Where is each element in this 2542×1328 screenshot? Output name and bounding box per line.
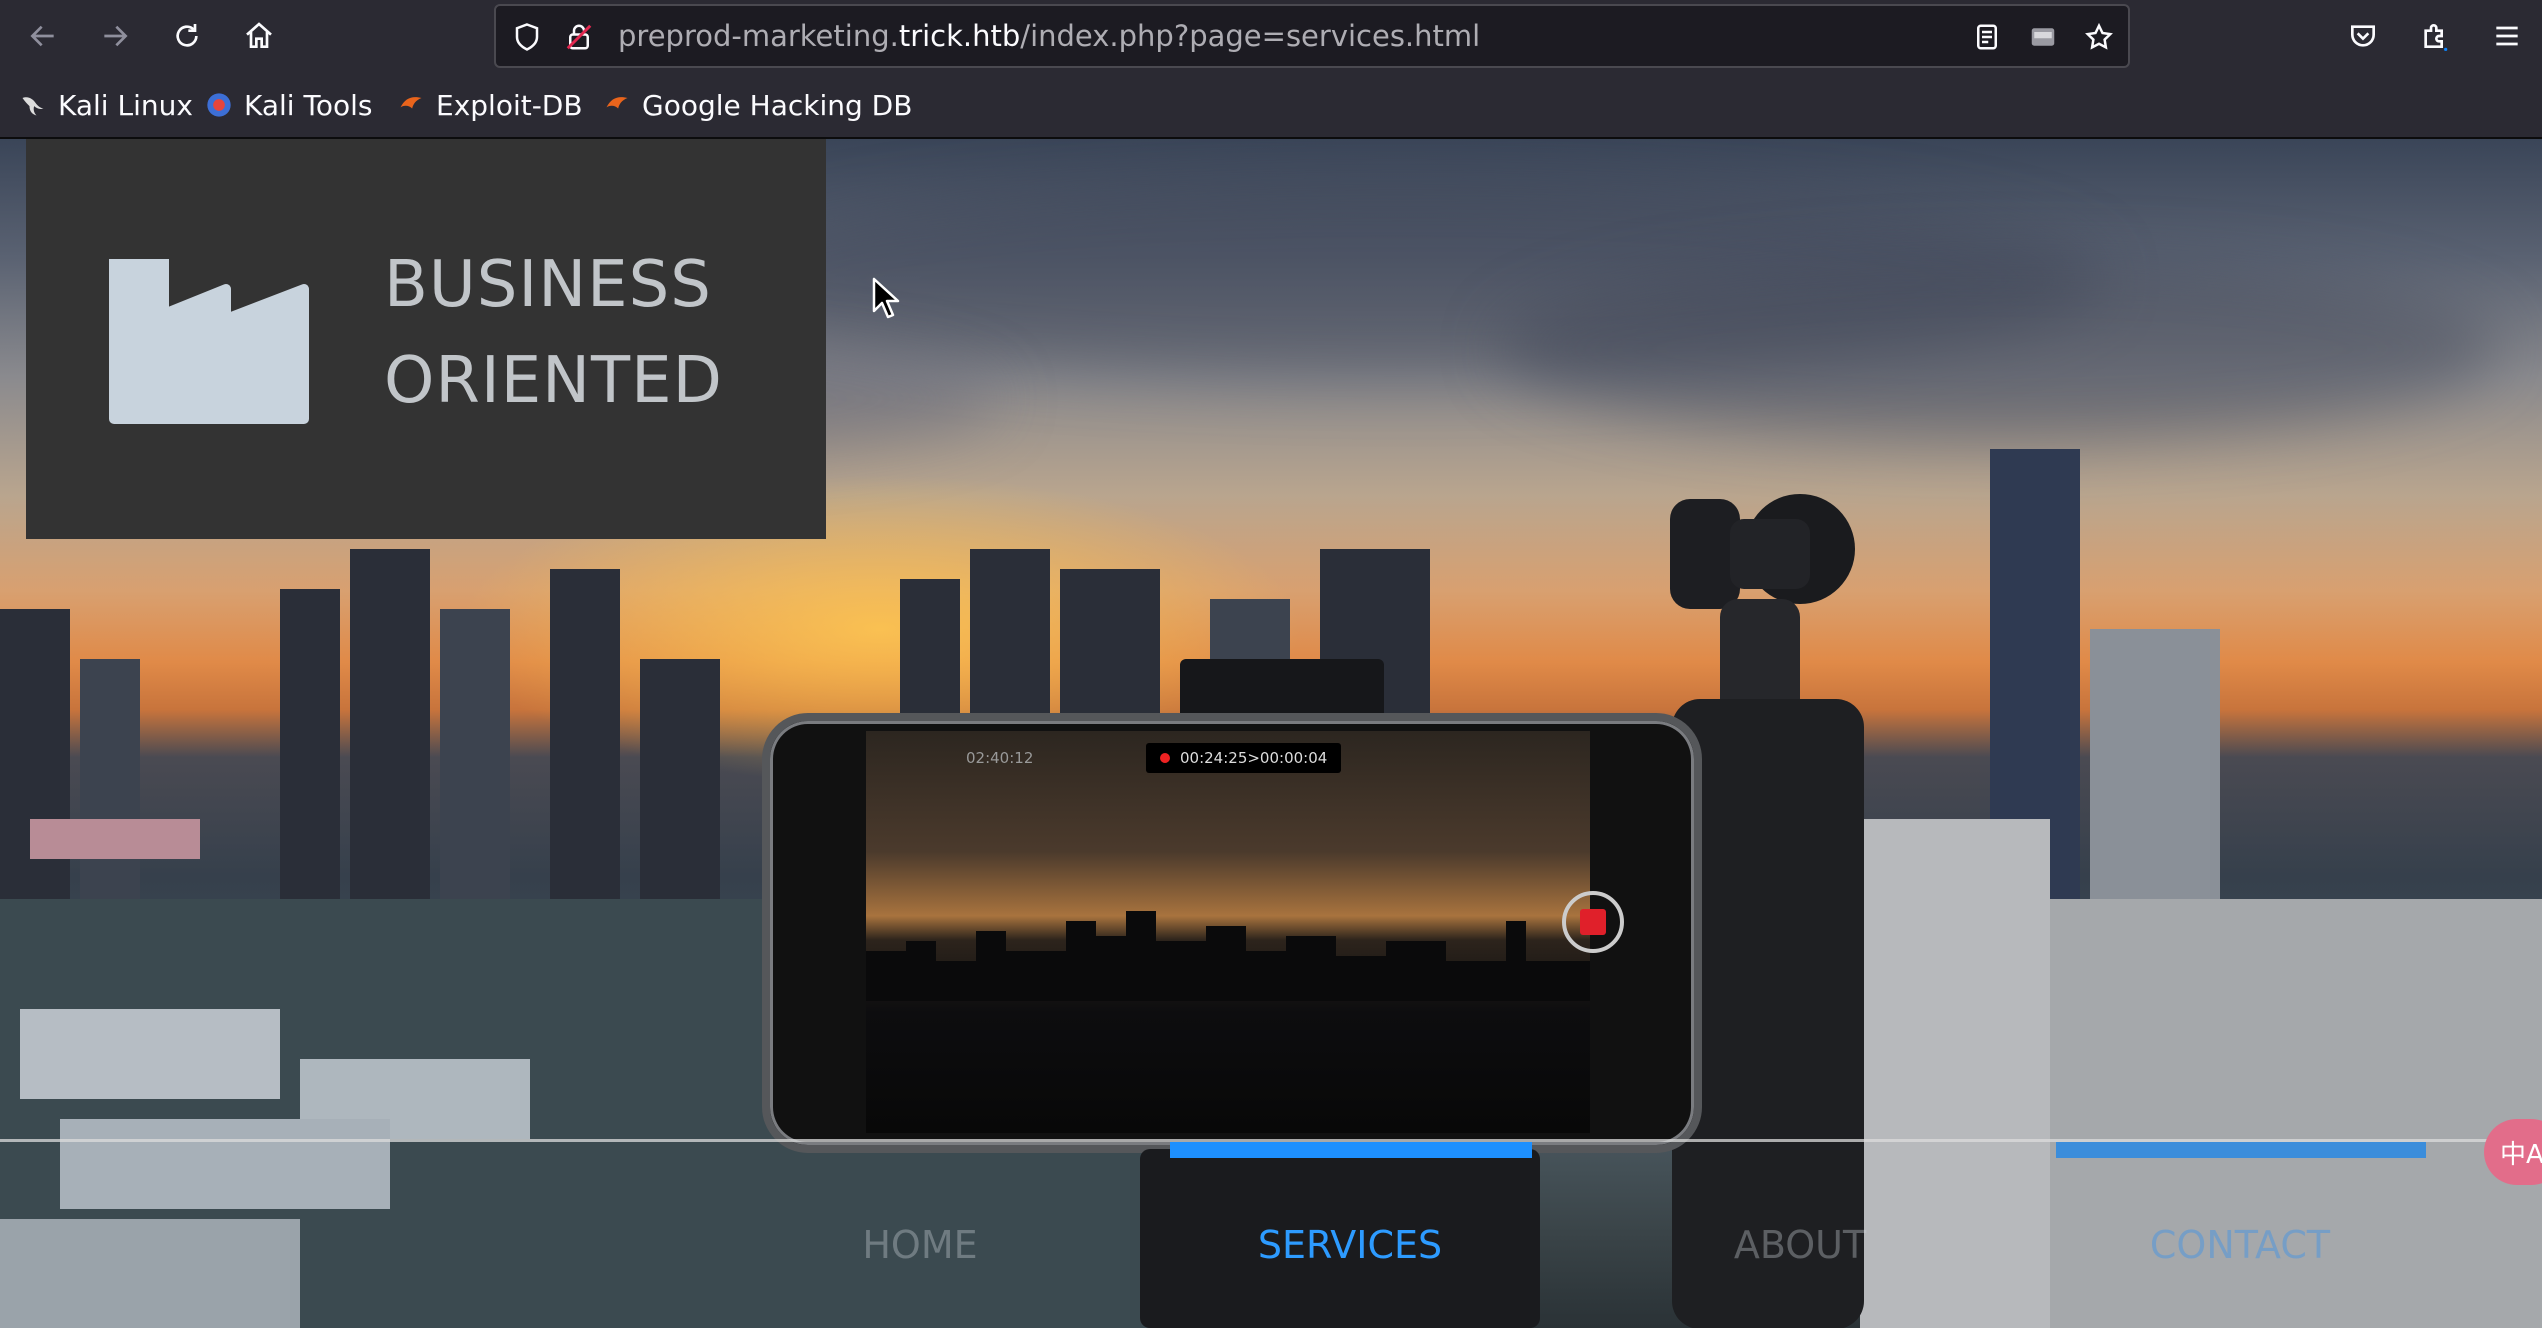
page-viewport: 00:24:25>00:00:04 02:40:12 BUSINESS ORIE… [0, 139, 2542, 1328]
brand-name: BUSINESS ORIENTED [384, 248, 723, 418]
extension-icon[interactable] [2026, 20, 2060, 54]
bookmarks-toolbar: Kali Linux Kali Tools Exploit-DB Google … [0, 73, 2542, 139]
recording-timer: 00:24:25>00:00:04 [1146, 743, 1342, 773]
browser-toolbar: preprod-marketing.trick.htb/index.php?pa… [0, 0, 2542, 73]
forward-button[interactable] [90, 11, 140, 61]
home-icon [246, 22, 272, 48]
phone-clock: 02:40:12 [966, 749, 1034, 767]
smartphone: 00:24:25>00:00:04 02:40:12 [762, 713, 1702, 1153]
tracking-shield-icon[interactable] [510, 20, 544, 54]
pocket-button[interactable] [2338, 11, 2388, 61]
bookmark-kali-tools[interactable]: Kali Tools [204, 85, 372, 125]
bookmark-label: Exploit-DB [436, 88, 583, 122]
factory-icon [109, 259, 309, 424]
url-prefix: preprod-marketing. [618, 19, 899, 53]
insecure-lock-icon[interactable] [562, 20, 596, 54]
arrow-left-icon [30, 25, 54, 47]
bookmark-label: Kali Tools [244, 88, 373, 122]
nav-contact[interactable]: CONTACT [2120, 1215, 2360, 1275]
arrow-right-icon [104, 25, 128, 47]
nav-active-indicator [1170, 1142, 1532, 1158]
exploit-db-icon [396, 90, 426, 120]
back-button[interactable] [18, 11, 68, 61]
nav-indicator-contact [2056, 1142, 2426, 1158]
bookmark-google-hacking-db[interactable]: Google Hacking DB [602, 85, 912, 125]
reader-view-icon[interactable] [1970, 20, 2004, 54]
url-bar[interactable]: preprod-marketing.trick.htb/index.php?pa… [494, 4, 2130, 68]
translate-button[interactable]: 中A [2484, 1119, 2542, 1185]
kali-tools-icon [204, 90, 234, 120]
brand-logo-box[interactable]: BUSINESS ORIENTED [26, 139, 826, 539]
bookmark-kali-linux[interactable]: Kali Linux [18, 85, 193, 125]
url-host: trick.htb [898, 19, 1021, 53]
bookmark-exploit-db[interactable]: Exploit-DB [396, 85, 583, 125]
phone-screen: 00:24:25>00:00:04 02:40:12 [866, 731, 1590, 1133]
nav-services[interactable]: SERVICES [1230, 1215, 1470, 1275]
menu-button[interactable] [2482, 11, 2532, 61]
url-path: /index.php?page=services.html [1020, 19, 1481, 53]
kali-dragon-icon [18, 90, 48, 120]
bookmark-label: Google Hacking DB [642, 88, 913, 122]
hamburger-menu-icon [2496, 26, 2518, 46]
translate-icon: 中A [2500, 1139, 2542, 1170]
reload-button[interactable] [162, 11, 212, 61]
phone-skyline [866, 911, 1590, 1001]
mouse-cursor-icon [872, 277, 900, 319]
bookmark-star-icon[interactable] [2082, 20, 2116, 54]
home-button[interactable] [234, 11, 284, 61]
recording-time: 00:24:25>00:00:04 [1180, 749, 1328, 767]
nav-about[interactable]: ABOUT [1680, 1215, 1920, 1275]
bookmark-label: Kali Linux [58, 88, 193, 122]
pocket-icon [2351, 25, 2375, 47]
url-text[interactable]: preprod-marketing.trick.htb/index.php?pa… [618, 6, 1480, 66]
nav-home[interactable]: HOME [800, 1215, 1040, 1275]
puzzle-icon [2424, 24, 2448, 51]
ghdb-icon [602, 90, 632, 120]
recording-dot-icon [1160, 753, 1170, 763]
record-button-icon [1562, 891, 1624, 953]
extensions-button[interactable] [2410, 11, 2460, 61]
reload-icon [176, 24, 198, 47]
